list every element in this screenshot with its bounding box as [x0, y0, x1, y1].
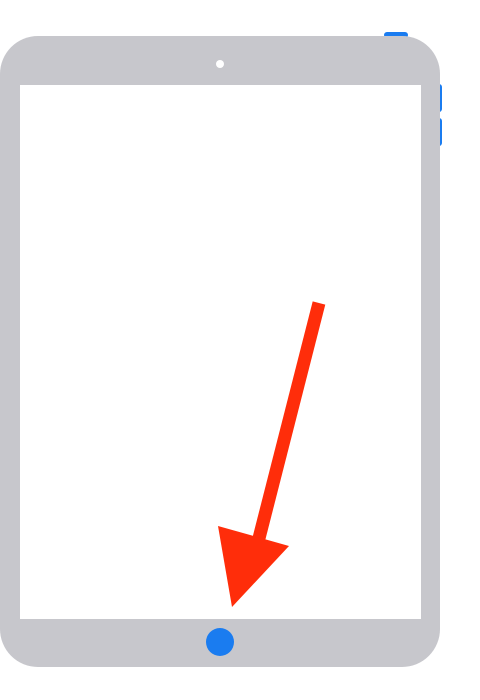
annotation-arrow	[218, 301, 326, 607]
arrow-head	[218, 526, 289, 607]
diagram-stage	[0, 0, 480, 700]
arrow-shaft	[249, 301, 326, 552]
